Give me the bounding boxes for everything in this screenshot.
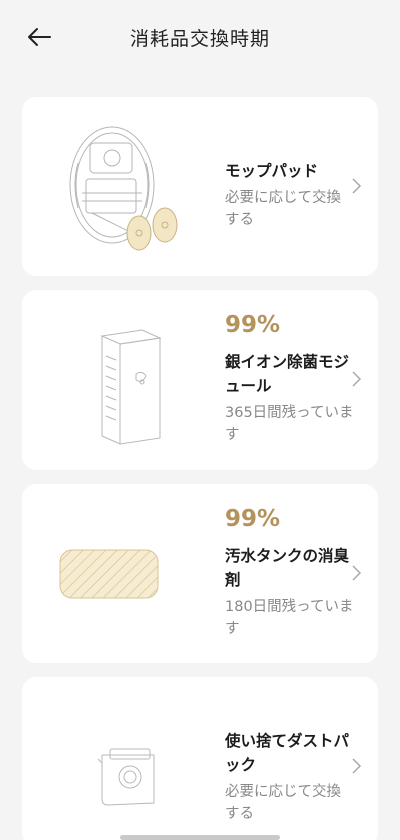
consumable-name: 汚水タンクの消臭剤 [225, 547, 350, 589]
consumable-card-silver-ion-module[interactable]: 99% 銀イオン除菌モジュール 365日間残っています [22, 290, 378, 470]
top-bar: 消耗品交換時期 [0, 0, 400, 76]
chevron-right-icon [352, 371, 362, 387]
home-indicator[interactable] [120, 835, 280, 840]
consumable-name: 使い捨てダストパック [225, 732, 350, 774]
consumable-status: 180日間残っています [225, 599, 354, 637]
remaining-percent: 99% [225, 506, 281, 532]
consumable-name: 銀イオン除菌モジュール [225, 353, 350, 395]
card-text: 99% 銀イオン除菌モジュール 365日間残っています [225, 312, 355, 446]
page-title: 消耗品交換時期 [129, 28, 270, 50]
consumable-card-tank-deodorizer[interactable]: 99% 汚水タンクの消臭剤 180日間残っています [22, 484, 378, 663]
deodorizer-pad-image [42, 500, 212, 650]
card-text: 99% 汚水タンクの消臭剤 180日間残っています [225, 506, 355, 640]
chevron-right-icon [352, 758, 362, 774]
consumable-status: 必要に応じて交換する [225, 784, 341, 822]
card-text: モップパッド 必要に応じて交換する [225, 159, 355, 231]
robot-vacuum-with-mop-pads-image [42, 113, 212, 263]
chevron-right-icon [352, 565, 362, 581]
silver-ion-module-image [42, 306, 212, 456]
card-text: 使い捨てダストパック 必要に応じて交換する [225, 729, 355, 825]
consumable-name: モップパッド [225, 162, 319, 180]
consumable-card-mop-pad[interactable]: モップパッド 必要に応じて交換する [22, 97, 378, 276]
chevron-right-icon [352, 178, 362, 194]
dust-bag-image [42, 693, 212, 840]
consumable-status: 365日間残っています [225, 405, 354, 443]
consumable-status: 必要に応じて交換する [225, 190, 341, 228]
remaining-percent: 99% [225, 312, 281, 338]
consumable-card-dust-bag[interactable]: 使い捨てダストパック 必要に応じて交換する [22, 677, 378, 840]
